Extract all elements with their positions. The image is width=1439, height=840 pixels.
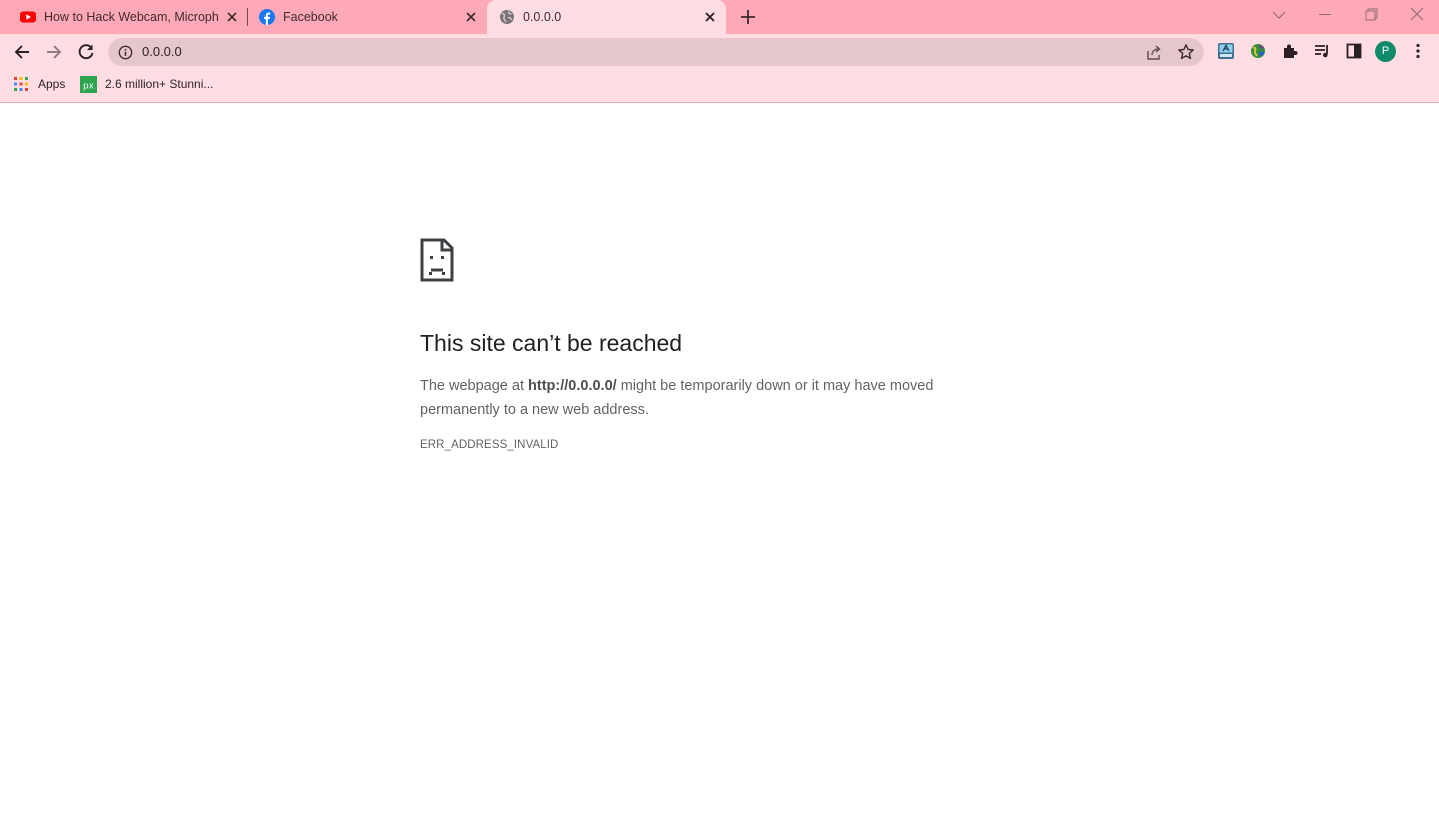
tab-strip: How to Hack Webcam, Microphone Facebook … [0,0,1439,34]
youtube-icon [20,11,36,23]
tab-title: 0.0.0.0 [523,10,562,24]
desc-prefix: The webpage at [420,378,529,394]
restore-icon[interactable] [1359,4,1383,26]
extension-translate-icon[interactable] [1217,42,1235,60]
error-description: The webpage at http://0.0.0.0/ might be … [420,374,1000,422]
apps-grid-icon [14,77,28,91]
share-icon[interactable] [1145,44,1163,62]
globe-icon [500,10,514,24]
media-queue-icon[interactable] [1313,42,1331,60]
close-tab-icon[interactable] [463,9,479,25]
close-tab-icon[interactable] [224,9,240,25]
address-bar[interactable] [108,38,1204,66]
tab-title: How to Hack Webcam, Microphone [44,10,219,24]
minimize-icon[interactable] [1313,4,1337,26]
bookmark-star-icon[interactable] [1177,43,1195,61]
facebook-icon [259,9,275,25]
forward-arrow-icon[interactable] [43,41,65,63]
bookmark-pixabay[interactable]: px 2.6 million+ Stunni... [80,75,213,93]
close-window-icon[interactable] [1405,4,1429,26]
bookmark-label: Apps [38,77,66,91]
url-text[interactable]: 0.0.0.0 [142,45,182,59]
bookmark-label: 2.6 million+ Stunni... [105,77,214,91]
sad-page-icon [420,238,454,282]
close-tab-icon[interactable] [702,9,718,25]
tab-youtube[interactable]: How to Hack Webcam, Microphone [8,0,246,34]
tab-title: Facebook [283,10,338,24]
reload-icon[interactable] [75,41,97,63]
error-url: http://0.0.0.0/ [528,378,617,394]
pixabay-icon: px [80,75,97,93]
profile-avatar[interactable]: P [1375,41,1396,62]
tab-search-chevron-icon[interactable] [1267,4,1291,26]
extensions-puzzle-icon[interactable] [1281,42,1299,60]
more-menu-icon[interactable] [1409,42,1427,60]
svg-text:px: px [83,81,95,91]
browser-chrome: How to Hack Webcam, Microphone Facebook … [0,0,1439,103]
error-code: ERR_ADDRESS_INVALID [420,439,559,451]
extension-globe-icon[interactable] [1249,42,1267,60]
tab-active[interactable]: 0.0.0.0 [487,0,726,34]
bookmark-apps[interactable]: Apps [14,75,65,93]
info-icon[interactable] [118,45,133,60]
new-tab-plus-icon[interactable] [738,7,758,27]
tab-facebook[interactable]: Facebook [247,0,487,34]
side-panel-icon[interactable] [1345,42,1363,60]
back-arrow-icon[interactable] [11,41,33,63]
error-heading: This site can’t be reached [420,330,683,356]
